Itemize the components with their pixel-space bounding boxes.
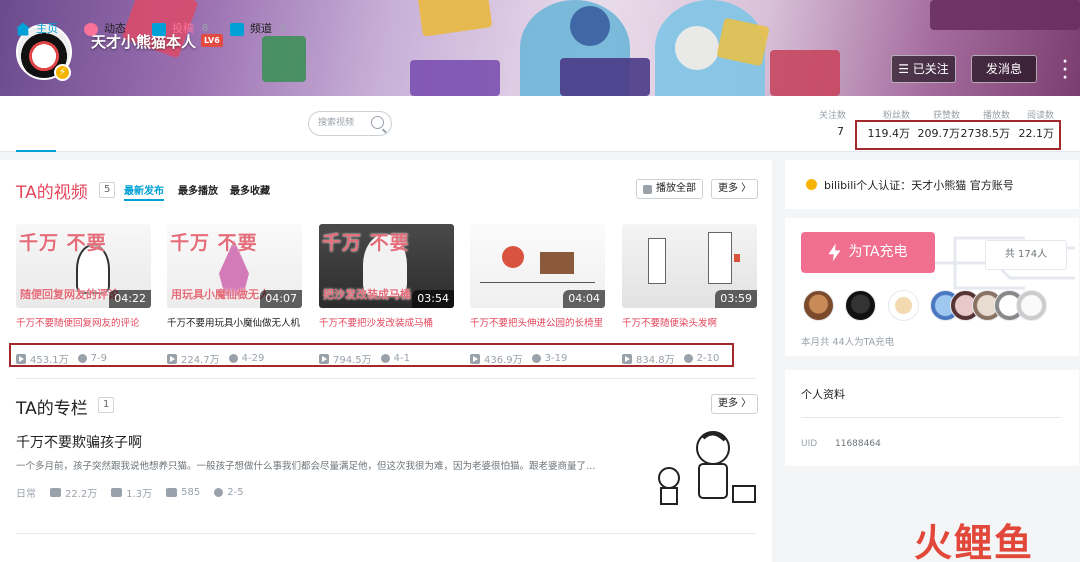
video-title[interactable]: 千万不要随便染头发啊 [622, 317, 757, 343]
nav-activity[interactable]: 动态 [84, 19, 126, 39]
nav-active-underline [16, 150, 56, 152]
thumbnail-drawing [502, 246, 524, 268]
video-title[interactable]: 千万不要把沙发改装成马桶 [319, 317, 454, 343]
article-description: 一个多月前，孩子突然跟我说他想养只猫。一般孩子想做什么事我们都会尽量满足他，但这… [16, 461, 596, 472]
verify-icon [806, 179, 817, 190]
video-stats-highlight-box [9, 343, 734, 367]
thumbs-up-icon [111, 488, 123, 497]
video-duration: 03:54 [412, 290, 454, 308]
charger-avatar[interactable] [888, 290, 919, 321]
tab-active-underline [124, 199, 164, 201]
charge-month-text: 本月共 44人为TA充电 [801, 337, 895, 348]
article-date: 2-5 [227, 487, 244, 498]
uid-value: 11688464 [835, 439, 881, 449]
nav-activity-label: 动态 [104, 22, 126, 35]
articles-section-title: TA的专栏 [16, 399, 88, 419]
video-duration: 04:07 [260, 290, 302, 308]
stat-label: 关注数 [818, 111, 846, 121]
tab-most-played[interactable]: 最多播放 [178, 182, 218, 197]
video-duration: 04:04 [563, 290, 605, 308]
profile-divider [801, 417, 1061, 418]
videos-count-badge: 5 [99, 182, 116, 198]
tab-most-favorited[interactable]: 最多收藏 [230, 182, 270, 197]
charge-button[interactable]: 为TA充电 [801, 232, 935, 273]
videos-section-title: TA的视频 [16, 178, 88, 203]
article-cover-image[interactable] [653, 428, 757, 508]
thumbnail-caption-bottom: 随便回复网友的评论 [20, 288, 119, 301]
article-meta: 日常 22.2万 1.3万 585 2-5 [16, 485, 244, 500]
section-divider [16, 378, 756, 379]
stats-highlight-box [855, 120, 1061, 150]
search-icon[interactable] [371, 116, 384, 129]
thumbnail-caption-top: 千万 不要 [322, 232, 410, 254]
article-likes: 1.3万 [126, 489, 153, 500]
charge-panel: 为TA充电 共 174人 本月共 44人为TA充电 [785, 218, 1079, 356]
nav-home-label: 主页 [36, 22, 58, 35]
nav-channels[interactable]: 频道 0 [230, 19, 286, 39]
comment-icon [166, 488, 178, 497]
nav-uploads[interactable]: 投稿 8 [152, 19, 208, 39]
play-icon [643, 184, 652, 194]
nav-uploads-label: 投稿 [172, 22, 194, 35]
send-message-button[interactable]: 发消息 [971, 55, 1037, 83]
thumbnail-caption-bottom: 用玩具小魔仙做无人 [171, 288, 270, 301]
video-thumbnail[interactable]: 千万 不要 用玩具小魔仙做无人 04:07 [167, 224, 302, 308]
charger-avatar[interactable] [845, 290, 876, 321]
video-title[interactable]: 千万不要把头伸进公园的长椅里 [470, 317, 605, 343]
followed-button[interactable]: ☰ 已关注 [891, 55, 956, 83]
nav-home[interactable]: 主页 [16, 19, 58, 39]
video-title[interactable]: 千万不要随便回复网友的评论 [16, 317, 151, 343]
thumbnail-drawing [708, 232, 732, 284]
article-category: 日常 [16, 489, 36, 500]
activity-icon [84, 22, 98, 36]
video-duration: 04:22 [109, 290, 151, 308]
eye-icon [50, 488, 61, 497]
lightning-icon [828, 243, 841, 262]
video-thumbnail[interactable]: 千万 不要 把沙发改装成马桶 03:54 [319, 224, 454, 308]
section-divider [16, 533, 756, 534]
vertical-dots-icon[interactable]: · · · [1062, 55, 1068, 85]
videos-title-text: TA的视频 [16, 183, 88, 203]
profile-info-title: 个人资料 [801, 388, 845, 401]
tab-latest[interactable]: 最新发布 [124, 182, 164, 197]
videos-more-button[interactable]: 更多 〉 [711, 179, 759, 199]
verified-icon: ⚡ [54, 64, 71, 81]
charger-avatar[interactable] [803, 290, 834, 321]
play-all-button[interactable]: 播放全部 [636, 179, 703, 199]
nav-uploads-count: 8 [202, 23, 209, 34]
profile-info-panel: 个人资料 UID 11688464 [785, 370, 1079, 466]
stat-value: 7 [837, 125, 844, 138]
video-thumbnail[interactable]: 03:59 [622, 224, 757, 308]
thumbnail-drawing [540, 252, 574, 274]
watermark-logo: 火鲤鱼 [914, 520, 1035, 562]
thumbnail-caption-bottom: 把沙发改装成马桶 [323, 288, 411, 301]
nav-channels-count: 0 [280, 23, 287, 34]
articles-count-badge: 1 [98, 397, 115, 413]
verify-panel: bilibili个人认证：天才小熊猫 官方账号 [785, 160, 1079, 209]
thumbnail-caption-top: 千万 不要 [170, 232, 258, 254]
uid-label: UID [801, 439, 818, 449]
article-title[interactable]: 千万不要欺骗孩子啊 [16, 432, 142, 452]
video-title[interactable]: 千万不要用玩具小魔仙做无人机 [167, 317, 302, 343]
charger-avatar[interactable] [1016, 290, 1047, 321]
verify-text: bilibili个人认证：天才小熊猫 官方账号 [824, 179, 1014, 192]
charge-total-box: 共 174人 [985, 240, 1067, 270]
thumbnail-drawing [648, 238, 666, 284]
thumbnail-drawing [480, 282, 595, 283]
articles-more-button[interactable]: 更多 〉 [711, 394, 759, 414]
home-icon [16, 22, 30, 36]
article-views: 22.2万 [65, 489, 98, 500]
video-duration: 03:59 [715, 290, 757, 308]
clock-icon [214, 488, 224, 497]
nav-channels-label: 频道 [250, 22, 272, 35]
channel-icon [230, 22, 244, 36]
upload-icon [152, 22, 166, 36]
video-thumbnail[interactable]: 04:04 [470, 224, 605, 308]
play-all-label: 播放全部 [656, 183, 696, 194]
thumbnail-drawing [734, 254, 740, 262]
article-comments: 585 [181, 487, 201, 498]
charge-button-label: 为TA充电 [848, 244, 908, 260]
video-thumbnail[interactable]: 千万 不要 随便回复网友的评论 04:22 [16, 224, 151, 308]
thumbnail-caption-top: 千万 不要 [19, 232, 107, 254]
